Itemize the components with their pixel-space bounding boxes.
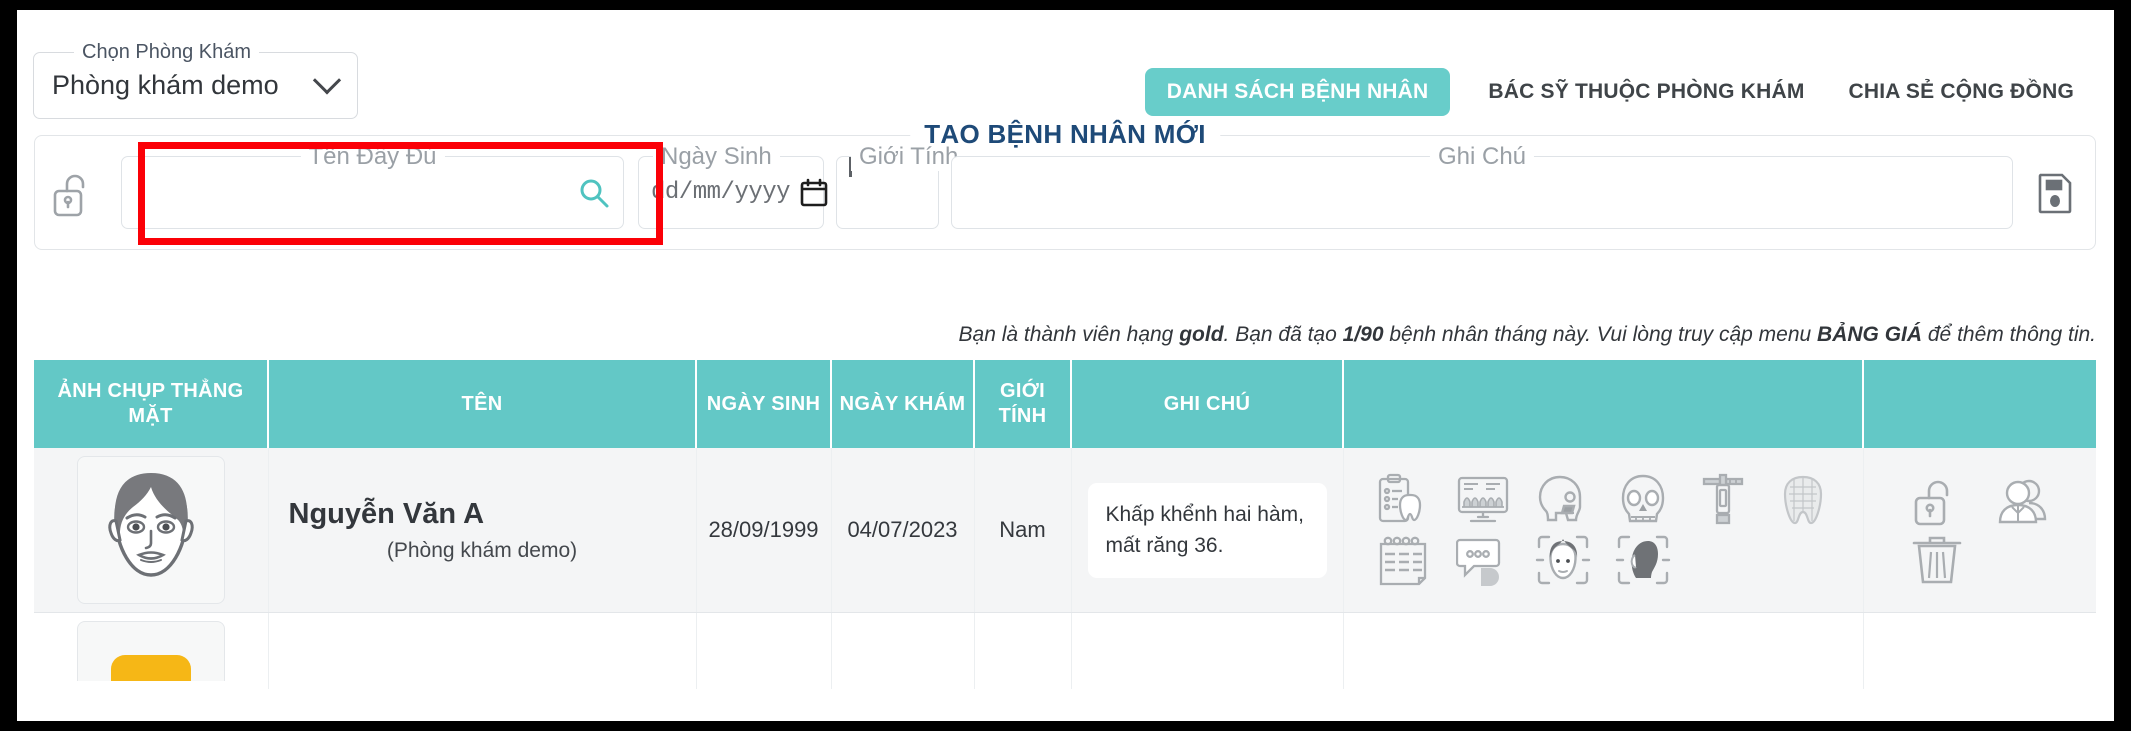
full-name-input[interactable] bbox=[134, 177, 577, 208]
table-header-row: ẢNH CHỤP THẲNG MẶT TÊN NGÀY SINH NGÀY KH… bbox=[34, 360, 2096, 448]
gender-field[interactable]: Giới Tính bbox=[836, 143, 967, 229]
save-floppy-icon[interactable] bbox=[2027, 171, 2083, 215]
col-tools bbox=[1343, 360, 1864, 448]
dental-chart-clipboard-icon[interactable] bbox=[1377, 473, 1429, 527]
col-note[interactable]: GHI CHÚ bbox=[1071, 360, 1344, 448]
patient-table: ẢNH CHỤP THẲNG MẶT TÊN NGÀY SINH NGÀY KH… bbox=[34, 360, 2096, 689]
calendar-icon[interactable] bbox=[1377, 534, 1429, 586]
table-row-next-partial bbox=[34, 612, 2096, 689]
face-front-scan-icon[interactable] bbox=[1535, 533, 1591, 587]
app-page: Chọn Phòng Khám Phòng khám demo DANH SÁC… bbox=[17, 10, 2114, 721]
chat-bubbles-icon[interactable] bbox=[1456, 534, 1510, 586]
cell-actions-partial bbox=[1863, 612, 2096, 689]
caliper-icon[interactable] bbox=[1700, 473, 1746, 527]
patient-name: Nguyễn Văn A bbox=[288, 497, 485, 530]
chevron-down-icon bbox=[312, 65, 342, 94]
patient-exam-date: 04/07/2023 bbox=[831, 448, 975, 613]
patient-dob: 28/09/1999 bbox=[696, 448, 832, 613]
patient-gender: Nam bbox=[974, 448, 1072, 613]
quota-notice: Bạn là thành viên hạng gold. Bạn đã tạo … bbox=[959, 323, 2096, 347]
unlock-icon[interactable] bbox=[47, 167, 99, 219]
col-actions bbox=[1863, 360, 2096, 448]
patient-avatar-partial bbox=[110, 655, 191, 681]
dob-field[interactable]: Ngày Sinh dd/mm/yyyy bbox=[638, 143, 828, 229]
col-gender[interactable]: GIỚI TÍNH bbox=[974, 360, 1072, 448]
col-exam[interactable]: NGÀY KHÁM bbox=[831, 360, 975, 448]
create-patient-panel: TẠO BỆNH NHÂN MỚI Tên Đầy Đủ Ngày Sinh d… bbox=[34, 119, 2096, 250]
share-users-icon[interactable] bbox=[1996, 474, 2050, 528]
dob-value: dd/mm/yyyy bbox=[651, 179, 791, 206]
cell-tools-partial bbox=[1343, 612, 1864, 689]
dob-legend: Ngày Sinh bbox=[653, 143, 780, 171]
full-name-legend: Tên Đầy Đủ bbox=[300, 143, 445, 171]
patient-clinic: (Phòng khám demo) bbox=[386, 538, 578, 562]
avatar[interactable] bbox=[76, 456, 225, 604]
cell-dob-partial bbox=[696, 612, 832, 689]
patient-avatar-face bbox=[108, 473, 194, 577]
cell-note-partial bbox=[1071, 612, 1344, 689]
clinic-select[interactable]: Chọn Phòng Khám Phòng khám demo bbox=[33, 41, 358, 119]
patient-note: Khấp khểnh hai hàm, mất răng 36. bbox=[1087, 482, 1327, 578]
cell-tools bbox=[1343, 448, 1864, 613]
tab-bac-sy-thuoc-phong-kham[interactable]: BÁC SỸ THUỘC PHÒNG KHÁM bbox=[1466, 68, 1826, 116]
cell-photo bbox=[34, 448, 269, 613]
col-photo[interactable]: ẢNH CHỤP THẲNG MẶT bbox=[34, 360, 269, 448]
quota-part-4: để thêm thông tin. bbox=[1922, 323, 2096, 346]
col-dob[interactable]: NGÀY SINH bbox=[696, 360, 832, 448]
cell-gender-partial bbox=[974, 612, 1072, 689]
note-legend: Ghi Chú bbox=[1429, 143, 1535, 171]
screenshot-root: Chọn Phòng Khám Phòng khám demo DANH SÁC… bbox=[0, 0, 2131, 731]
quota-tier: gold bbox=[1179, 323, 1224, 346]
cell-exam-partial bbox=[831, 612, 975, 689]
col-name[interactable]: TÊN bbox=[268, 360, 697, 448]
cell-name: Nguyễn Văn A (Phòng khám demo) bbox=[268, 448, 697, 613]
quota-part-2: . Bạn đã tạo bbox=[1223, 323, 1343, 346]
trash-icon[interactable] bbox=[1911, 532, 1963, 586]
tooth-3d-icon[interactable] bbox=[1778, 473, 1828, 527]
search-icon[interactable] bbox=[577, 176, 611, 210]
cell-actions bbox=[1863, 448, 2096, 613]
quota-menu-link[interactable]: BẢNG GIÁ bbox=[1817, 323, 1922, 346]
clinic-select-legend: Chọn Phòng Khám bbox=[74, 41, 260, 64]
gender-legend: Giới Tính bbox=[851, 143, 967, 171]
unlock-icon[interactable] bbox=[1912, 474, 1962, 528]
quota-part-1: Bạn là thành viên hạng bbox=[958, 323, 1180, 346]
tab-chia-se-cong-dong[interactable]: CHIA SẺ CỘNG ĐỒNG bbox=[1827, 68, 2096, 116]
skull-lateral-icon[interactable] bbox=[1536, 473, 1590, 527]
top-navigation: DANH SÁCH BỆNH NHÂN BÁC SỸ THUỘC PHÒNG K… bbox=[1144, 68, 2096, 116]
note-input[interactable] bbox=[964, 177, 2000, 208]
quota-count: 1/90 bbox=[1342, 323, 1384, 346]
avatar[interactable] bbox=[76, 621, 225, 681]
cell-photo-partial bbox=[34, 612, 269, 689]
xray-monitor-icon[interactable] bbox=[1456, 473, 1510, 527]
skull-frontal-icon[interactable] bbox=[1617, 473, 1669, 527]
table-row: Nguyễn Văn A (Phòng khám demo) 28/09/199… bbox=[34, 448, 2096, 613]
clinic-select-value: Phòng khám demo bbox=[52, 70, 279, 100]
top-bar: Chọn Phòng Khám Phòng khám demo DANH SÁC… bbox=[17, 10, 2114, 130]
face-profile-scan-icon[interactable] bbox=[1615, 533, 1671, 587]
note-field[interactable]: Ghi Chú bbox=[951, 143, 2013, 229]
cell-name-partial bbox=[268, 612, 697, 689]
tab-danh-sach-benh-nhan[interactable]: DANH SÁCH BỆNH NHÂN bbox=[1144, 68, 1451, 116]
full-name-field[interactable]: Tên Đầy Đủ bbox=[121, 143, 624, 229]
quota-part-3: bệnh nhân tháng này. Vui lòng truy cập m… bbox=[1383, 323, 1818, 346]
cell-note: Khấp khểnh hai hàm, mất răng 36. bbox=[1071, 448, 1344, 613]
calendar-icon[interactable] bbox=[800, 178, 828, 208]
